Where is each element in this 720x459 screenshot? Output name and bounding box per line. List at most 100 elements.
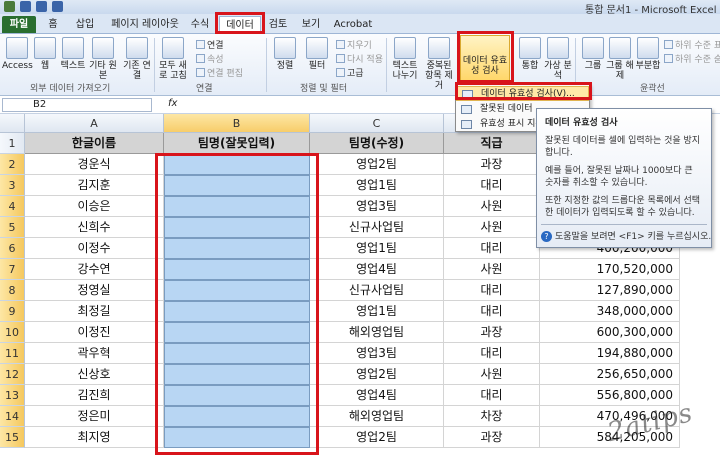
- cell-team-fixed[interactable]: 영업2팀: [310, 364, 444, 385]
- cell-team-fixed[interactable]: 영업4팀: [310, 259, 444, 280]
- cell-team-fixed[interactable]: 영업3팀: [310, 196, 444, 217]
- cell-amount[interactable]: 600,300,000: [540, 322, 680, 343]
- tab-acrobat[interactable]: Acrobat: [330, 16, 376, 33]
- cell-name[interactable]: 정은미: [25, 406, 164, 427]
- row-header[interactable]: 1: [0, 133, 25, 154]
- row-header[interactable]: 4: [0, 196, 25, 217]
- cell-rank[interactable]: 사원: [444, 217, 540, 238]
- cell-amount[interactable]: 194,880,000: [540, 343, 680, 364]
- reapply-button[interactable]: 다시 적용: [336, 52, 383, 65]
- tab-file[interactable]: 파일: [2, 16, 36, 33]
- filter-button[interactable]: 필터: [302, 37, 332, 71]
- cell-rank[interactable]: 사원: [444, 196, 540, 217]
- connections-button[interactable]: 연결: [196, 38, 224, 51]
- cell-name[interactable]: 신희수: [25, 217, 164, 238]
- text-button[interactable]: 텍스트: [58, 37, 88, 71]
- cell-rank[interactable]: 대리: [444, 175, 540, 196]
- cell-rank[interactable]: 대리: [444, 280, 540, 301]
- row-header[interactable]: 6: [0, 238, 25, 259]
- tab-formulas[interactable]: 수식: [186, 16, 214, 33]
- cell-name[interactable]: 경운식: [25, 154, 164, 175]
- tab-page-layout[interactable]: 페이지 레이아웃: [106, 16, 184, 33]
- web-button[interactable]: 웹: [30, 37, 60, 71]
- hide-detail-button[interactable]: 하위 수준 숨기기: [664, 52, 720, 65]
- cell-name[interactable]: 정영실: [25, 280, 164, 301]
- header-cell-team-wrong[interactable]: 팀명(잘못입력): [164, 133, 310, 154]
- select-all-corner[interactable]: [0, 114, 25, 133]
- header-cell-name[interactable]: 한글이름: [25, 133, 164, 154]
- fx-icon[interactable]: fx: [168, 98, 177, 109]
- row-header[interactable]: 10: [0, 322, 25, 343]
- header-cell-team-fixed[interactable]: 팀명(수정): [310, 133, 444, 154]
- access-button[interactable]: Access: [2, 37, 33, 71]
- ungroup-button[interactable]: 그룹 해제: [605, 37, 635, 81]
- header-cell-rank[interactable]: 직급: [444, 133, 540, 154]
- properties-button[interactable]: 속성: [196, 52, 224, 65]
- row-header[interactable]: 13: [0, 385, 25, 406]
- tab-view[interactable]: 보기: [297, 16, 325, 33]
- cell-name[interactable]: 김지훈: [25, 175, 164, 196]
- refresh-all-button[interactable]: 모두 새로 고침: [158, 37, 188, 81]
- sort-button[interactable]: 정렬: [270, 37, 300, 71]
- cell-team-fixed[interactable]: 신규사업팀: [310, 280, 444, 301]
- remove-duplicates-button[interactable]: 중복된 항목 제거: [424, 37, 454, 91]
- advanced-button[interactable]: 고급: [336, 66, 364, 79]
- cell-rank[interactable]: 과장: [444, 322, 540, 343]
- tab-review[interactable]: 검토: [264, 16, 292, 33]
- consolidate-button[interactable]: 통합: [515, 37, 545, 71]
- what-if-button[interactable]: 가상 분석: [543, 37, 573, 81]
- cell-name[interactable]: 신상호: [25, 364, 164, 385]
- cell-name[interactable]: 이정수: [25, 238, 164, 259]
- cell-team-fixed[interactable]: 영업4팀: [310, 385, 444, 406]
- tab-home[interactable]: 홈: [42, 16, 64, 33]
- cell-rank[interactable]: 차장: [444, 406, 540, 427]
- cell-rank[interactable]: 사원: [444, 259, 540, 280]
- row-header[interactable]: 2: [0, 154, 25, 175]
- cell-name[interactable]: 김진희: [25, 385, 164, 406]
- row-header[interactable]: 9: [0, 301, 25, 322]
- cell-amount[interactable]: 556,800,000: [540, 385, 680, 406]
- row-header[interactable]: 15: [0, 427, 25, 448]
- column-header-c[interactable]: C: [310, 114, 444, 133]
- save-icon[interactable]: [20, 1, 31, 12]
- cell-name[interactable]: 곽우혁: [25, 343, 164, 364]
- column-header-a[interactable]: A: [25, 114, 164, 133]
- cell-team-fixed[interactable]: 해외영업팀: [310, 322, 444, 343]
- show-detail-button[interactable]: 하위 수준 표시: [664, 38, 720, 51]
- cell-name[interactable]: 최지영: [25, 427, 164, 448]
- row-header[interactable]: 11: [0, 343, 25, 364]
- cell-team-fixed[interactable]: 영업1팀: [310, 238, 444, 259]
- cell-team-fixed[interactable]: 영업2팀: [310, 427, 444, 448]
- cell-rank[interactable]: 대리: [444, 301, 540, 322]
- cell-rank[interactable]: 대리: [444, 238, 540, 259]
- existing-connections-button[interactable]: 기존 연결: [122, 37, 152, 81]
- row-header[interactable]: 7: [0, 259, 25, 280]
- cell-team-fixed[interactable]: 영업1팀: [310, 301, 444, 322]
- subtotal-button[interactable]: 부분합: [633, 37, 663, 71]
- cell-team-fixed[interactable]: 해외영업팀: [310, 406, 444, 427]
- row-header[interactable]: 3: [0, 175, 25, 196]
- cell-amount[interactable]: 256,650,000: [540, 364, 680, 385]
- cell-team-fixed[interactable]: 영업2팀: [310, 154, 444, 175]
- undo-icon[interactable]: [36, 1, 47, 12]
- cell-team-fixed[interactable]: 신규사업팀: [310, 217, 444, 238]
- redo-icon[interactable]: [52, 1, 63, 12]
- edit-links-button[interactable]: 연결 편집: [196, 66, 243, 79]
- row-header[interactable]: 8: [0, 280, 25, 301]
- cell-rank[interactable]: 과장: [444, 427, 540, 448]
- name-box[interactable]: B2: [2, 98, 152, 112]
- cell-rank[interactable]: 대리: [444, 343, 540, 364]
- column-header-b[interactable]: B: [164, 114, 310, 133]
- clear-button[interactable]: 지우기: [336, 38, 372, 51]
- cell-team-fixed[interactable]: 영업3팀: [310, 343, 444, 364]
- text-to-columns-button[interactable]: 텍스트 나누기: [390, 37, 420, 81]
- cell-team-fixed[interactable]: 영업1팀: [310, 175, 444, 196]
- cell-name[interactable]: 이정진: [25, 322, 164, 343]
- cell-rank[interactable]: 사원: [444, 364, 540, 385]
- cell-name[interactable]: 최정길: [25, 301, 164, 322]
- row-header[interactable]: 5: [0, 217, 25, 238]
- cell-amount[interactable]: 348,000,000: [540, 301, 680, 322]
- cell-rank[interactable]: 대리: [444, 385, 540, 406]
- group-button[interactable]: 그룹: [578, 37, 608, 71]
- cell-rank[interactable]: 과장: [444, 154, 540, 175]
